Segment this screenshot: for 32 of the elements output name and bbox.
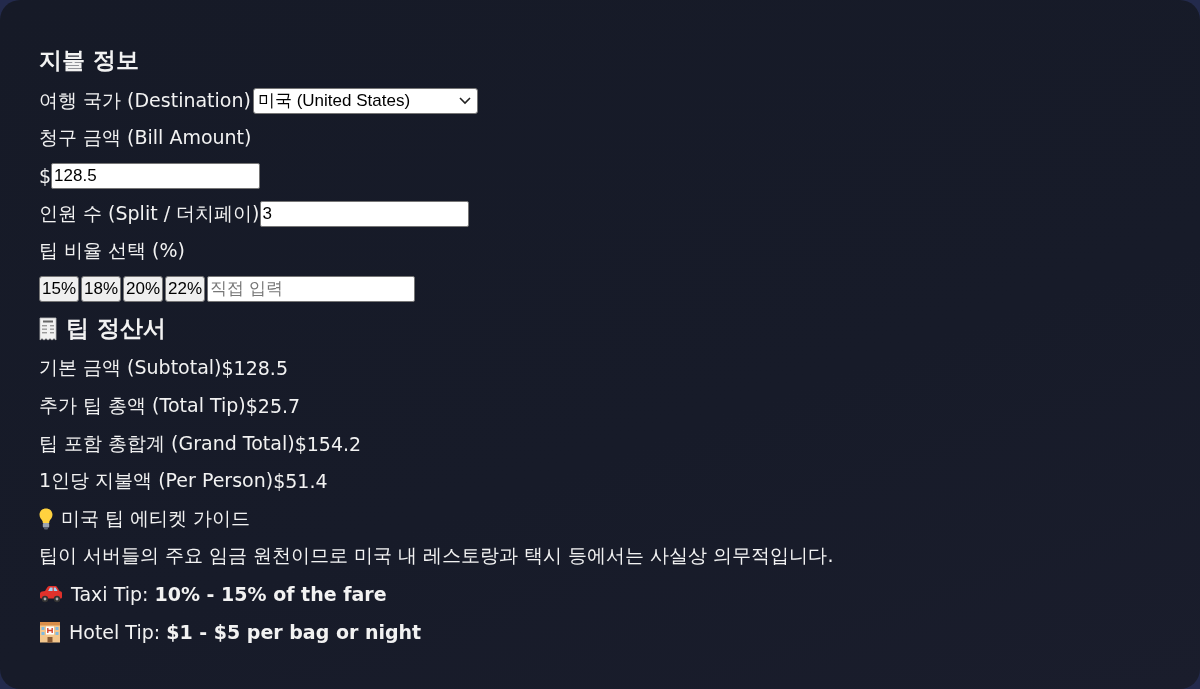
field-label: 청구 금액 (Bill Amount): [39, 125, 252, 151]
hotel-building-icon: [39, 620, 61, 643]
lightbulb-icon: [39, 507, 53, 530]
field-label: 여행 국가 (Destination): [39, 87, 251, 113]
custom-tip-input[interactable]: 직접 입력: [207, 275, 416, 302]
tip-guideline: Taxi Tip: 10% - 15% of the fare: [71, 582, 387, 605]
field-label: 인원 수 (Split / 더치페이): [39, 200, 260, 226]
summary-value: $51.4: [273, 470, 328, 493]
tip-guideline: Hotel Tip: $1 - $5 per bag or night: [69, 620, 422, 643]
summary-value: $25.7: [245, 394, 301, 417]
receipt-icon: [39, 316, 57, 341]
section-title: 팁 정산서: [66, 314, 166, 344]
country-select[interactable]: 미국 (United States): [252, 87, 478, 114]
summary-value: $154.2: [294, 432, 362, 455]
section-title: 지불 정보: [39, 45, 139, 75]
field-label: 팁 비율 선택 (%): [39, 238, 185, 264]
tip-rate-button[interactable]: 15%: [39, 275, 80, 302]
chevron-down-icon: [458, 96, 471, 105]
currency-symbol: $: [39, 165, 52, 187]
summary-value: $128.5: [221, 357, 288, 380]
tip-rate-button[interactable]: 18%: [81, 275, 122, 302]
car-icon: [39, 584, 63, 603]
summary-label: 팁 포함 총합계 (Grand Total): [39, 430, 295, 456]
split-count-input[interactable]: 3: [259, 200, 469, 227]
guide-title: 미국 팁 에티켓 가이드: [61, 505, 251, 531]
summary-label: 1인당 지불액 (Per Person): [39, 468, 274, 494]
summary-label: 기본 금액 (Subtotal): [39, 355, 222, 381]
summary-label: 추가 팁 총액 (Total Tip): [39, 392, 246, 418]
tip-rate-button[interactable]: 22%: [165, 275, 206, 302]
guide-description: 팁이 서버들의 주요 임금 원천이므로 미국 내 레스토랑과 택시 등에서는 사실상 의무적입니다.: [39, 543, 834, 569]
bill-amount-input[interactable]: 128.5: [51, 163, 261, 189]
tip-rate-button[interactable]: 20%: [123, 275, 164, 302]
